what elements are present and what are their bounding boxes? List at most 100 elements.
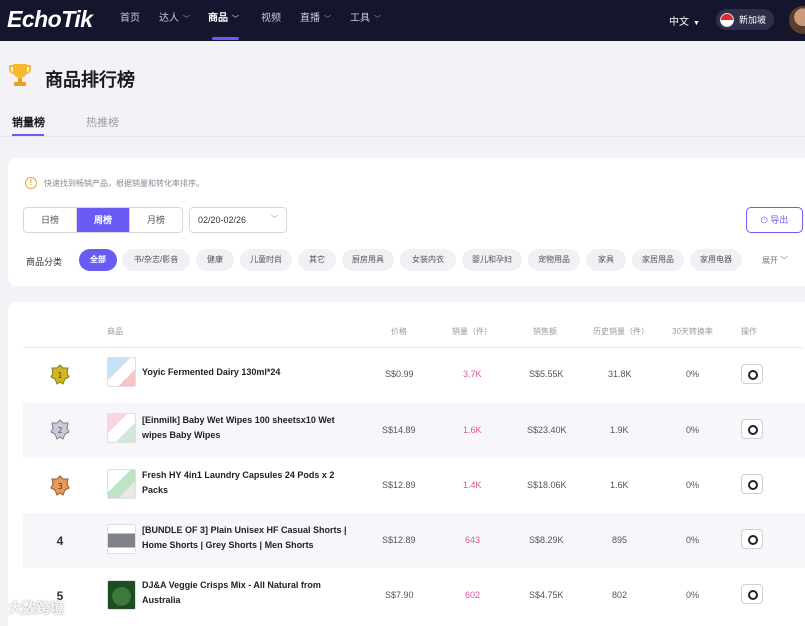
view-detail-button[interactable] (741, 584, 763, 604)
history-sales-cell: 1.9K (610, 425, 629, 435)
revenue-cell: S$4.75K (529, 590, 564, 600)
sales-cell: 1.6K (463, 425, 482, 435)
product-name[interactable]: [Einmilk] Baby Wet Wipes 100 sheetsx10 W… (142, 413, 357, 443)
conversion-cell: 0% (686, 369, 700, 379)
period-toggle: 日榜 周榜 月榜 (23, 207, 183, 233)
category-baby-maternity[interactable]: 婴儿和孕妇 (462, 249, 522, 271)
category-other[interactable]: 其它 (298, 249, 336, 271)
sales-cell: 3.7K (463, 369, 482, 379)
product-thumbnail[interactable] (107, 580, 136, 610)
nav-live[interactable]: 直播 ﹀ (300, 0, 331, 41)
revenue-cell: S$23.40K (527, 425, 567, 435)
period-weekly[interactable]: 周榜 (77, 208, 130, 232)
region-label: 新加坡 (739, 15, 767, 25)
col-sales[interactable]: 销量（件） (452, 326, 492, 337)
rank-number: 4 (56, 534, 64, 548)
expand-categories[interactable]: 展开 ﹀ (762, 255, 788, 266)
tab-sales-rank[interactable]: 销量榜 (12, 114, 45, 130)
chevron-down-icon: ﹀ (374, 16, 381, 23)
rank-number: 2 (57, 426, 62, 435)
price-cell: S$0.99 (385, 369, 414, 379)
chevron-down-icon: ﹀ (324, 16, 331, 23)
info-icon: ! (25, 177, 37, 189)
chevron-down-icon: ﹀ (271, 216, 278, 223)
view-detail-button[interactable] (741, 364, 763, 384)
echotik-logo[interactable]: EchoTik (7, 6, 93, 33)
product-thumbnail[interactable] (107, 413, 136, 443)
product-name[interactable]: Fresh HY 4in1 Laundry Capsules 24 Pods x… (142, 468, 357, 498)
category-kitchen[interactable]: 厨房用具 (342, 249, 394, 271)
history-sales-cell: 895 (612, 535, 628, 545)
view-detail-button[interactable] (741, 474, 763, 494)
user-avatar[interactable] (789, 6, 805, 34)
language-selector[interactable]: 中文 ▼ (669, 13, 700, 28)
tab-hot-promo-rank[interactable]: 热推榜 (86, 114, 119, 130)
col-revenue[interactable]: 销售额 (533, 326, 557, 337)
nav-tools[interactable]: 工具 ﹀ (350, 0, 381, 41)
conversion-cell: 0% (686, 480, 700, 490)
category-home[interactable]: 家居用品 (632, 249, 684, 271)
chevron-down-icon: ﹀ (183, 16, 190, 23)
conversion-cell: 0% (686, 535, 700, 545)
col-product: 商品 (107, 327, 123, 336)
product-thumbnail[interactable] (107, 357, 136, 387)
sales-cell: 602 (465, 590, 481, 600)
chevron-down-icon: ﹀ (778, 256, 789, 265)
product-name[interactable]: DJ&A Veggie Crisps Mix - All Natural fro… (142, 578, 357, 608)
rank-number: 1 (57, 371, 62, 380)
watermark: 大数跨境 (8, 600, 64, 616)
period-monthly[interactable]: 月榜 (130, 208, 182, 232)
price-cell: S$14.89 (382, 425, 416, 435)
chevron-down-icon: ﹀ (232, 16, 239, 23)
region-selector[interactable]: 新加坡 (716, 9, 774, 30)
history-sales-cell: 802 (612, 590, 628, 600)
view-detail-button[interactable] (741, 419, 763, 439)
history-sales-cell: 1.6K (610, 480, 629, 490)
view-detail-button[interactable] (741, 529, 763, 549)
export-button[interactable]: ⏻ 导出 (746, 207, 803, 233)
product-name[interactable]: Yoyic Fermented Dairy 130ml*24 (142, 365, 357, 380)
category-books-media[interactable]: 书/杂志/影音 (122, 249, 190, 271)
product-thumbnail[interactable] (107, 524, 136, 554)
category-all[interactable]: 全部 (79, 249, 117, 271)
price-cell: S$12.89 (382, 535, 416, 545)
category-womenswear[interactable]: 女装内衣 (400, 249, 456, 271)
nav-influencers[interactable]: 达人 ﹀ (159, 0, 190, 41)
nav-videos[interactable]: 视频 (261, 0, 281, 41)
page-title: 商品排行榜 (45, 70, 135, 90)
category-health[interactable]: 健康 (196, 249, 234, 271)
product-name[interactable]: [BUNDLE OF 3] Plain Unisex HF Casual Sho… (142, 523, 357, 553)
revenue-cell: S$5.55K (529, 369, 564, 379)
caret-down-icon: ▼ (693, 20, 700, 27)
col-action: 操作 (741, 327, 757, 336)
sales-cell: 1.4K (463, 480, 482, 490)
bronze-medal-icon: 3 (50, 475, 70, 496)
sales-cell: 643 (465, 535, 481, 545)
category-kids-fashion[interactable]: 儿童时尚 (240, 249, 292, 271)
revenue-cell: S$18.06K (527, 480, 567, 490)
category-appliances[interactable]: 家用电器 (690, 249, 742, 271)
nav-home[interactable]: 首页 (120, 0, 140, 41)
top-nav: EchoTik 首页 达人 ﹀ 商品 ﹀ 视频 直播 ﹀ 工具 ﹀ 中文 ▼ 新加坡 (0, 0, 805, 41)
category-furniture[interactable]: 家具 (586, 249, 626, 271)
revenue-cell: S$8.29K (529, 535, 564, 545)
filter-tip: 快速找到畅销产品，根据销量和转化率排序。 (44, 179, 204, 188)
period-daily[interactable]: 日榜 (24, 208, 77, 232)
date-range-select[interactable]: 02/20-02/26 ﹀ (189, 207, 287, 233)
category-pet[interactable]: 宠物用品 (528, 249, 580, 271)
category-label: 商品分类 (26, 257, 63, 267)
product-thumbnail[interactable] (107, 469, 136, 499)
date-range-value: 02/20-02/26 (198, 215, 247, 225)
trophy-icon (9, 64, 31, 86)
col-history-sales[interactable]: 历史销量（件） (593, 326, 649, 337)
tabs-divider (0, 136, 805, 137)
conversion-cell: 0% (686, 590, 700, 600)
nav-products[interactable]: 商品 ﹀ (208, 0, 239, 41)
silver-medal-icon: 2 (50, 419, 70, 440)
singapore-flag-icon (720, 12, 734, 27)
gold-medal-icon: 1 (50, 364, 70, 385)
history-sales-cell: 31.8K (608, 369, 632, 379)
col-price: 价格 (391, 327, 407, 336)
rank-number: 3 (57, 482, 62, 491)
col-conversion[interactable]: 30天转换率 (672, 326, 713, 337)
